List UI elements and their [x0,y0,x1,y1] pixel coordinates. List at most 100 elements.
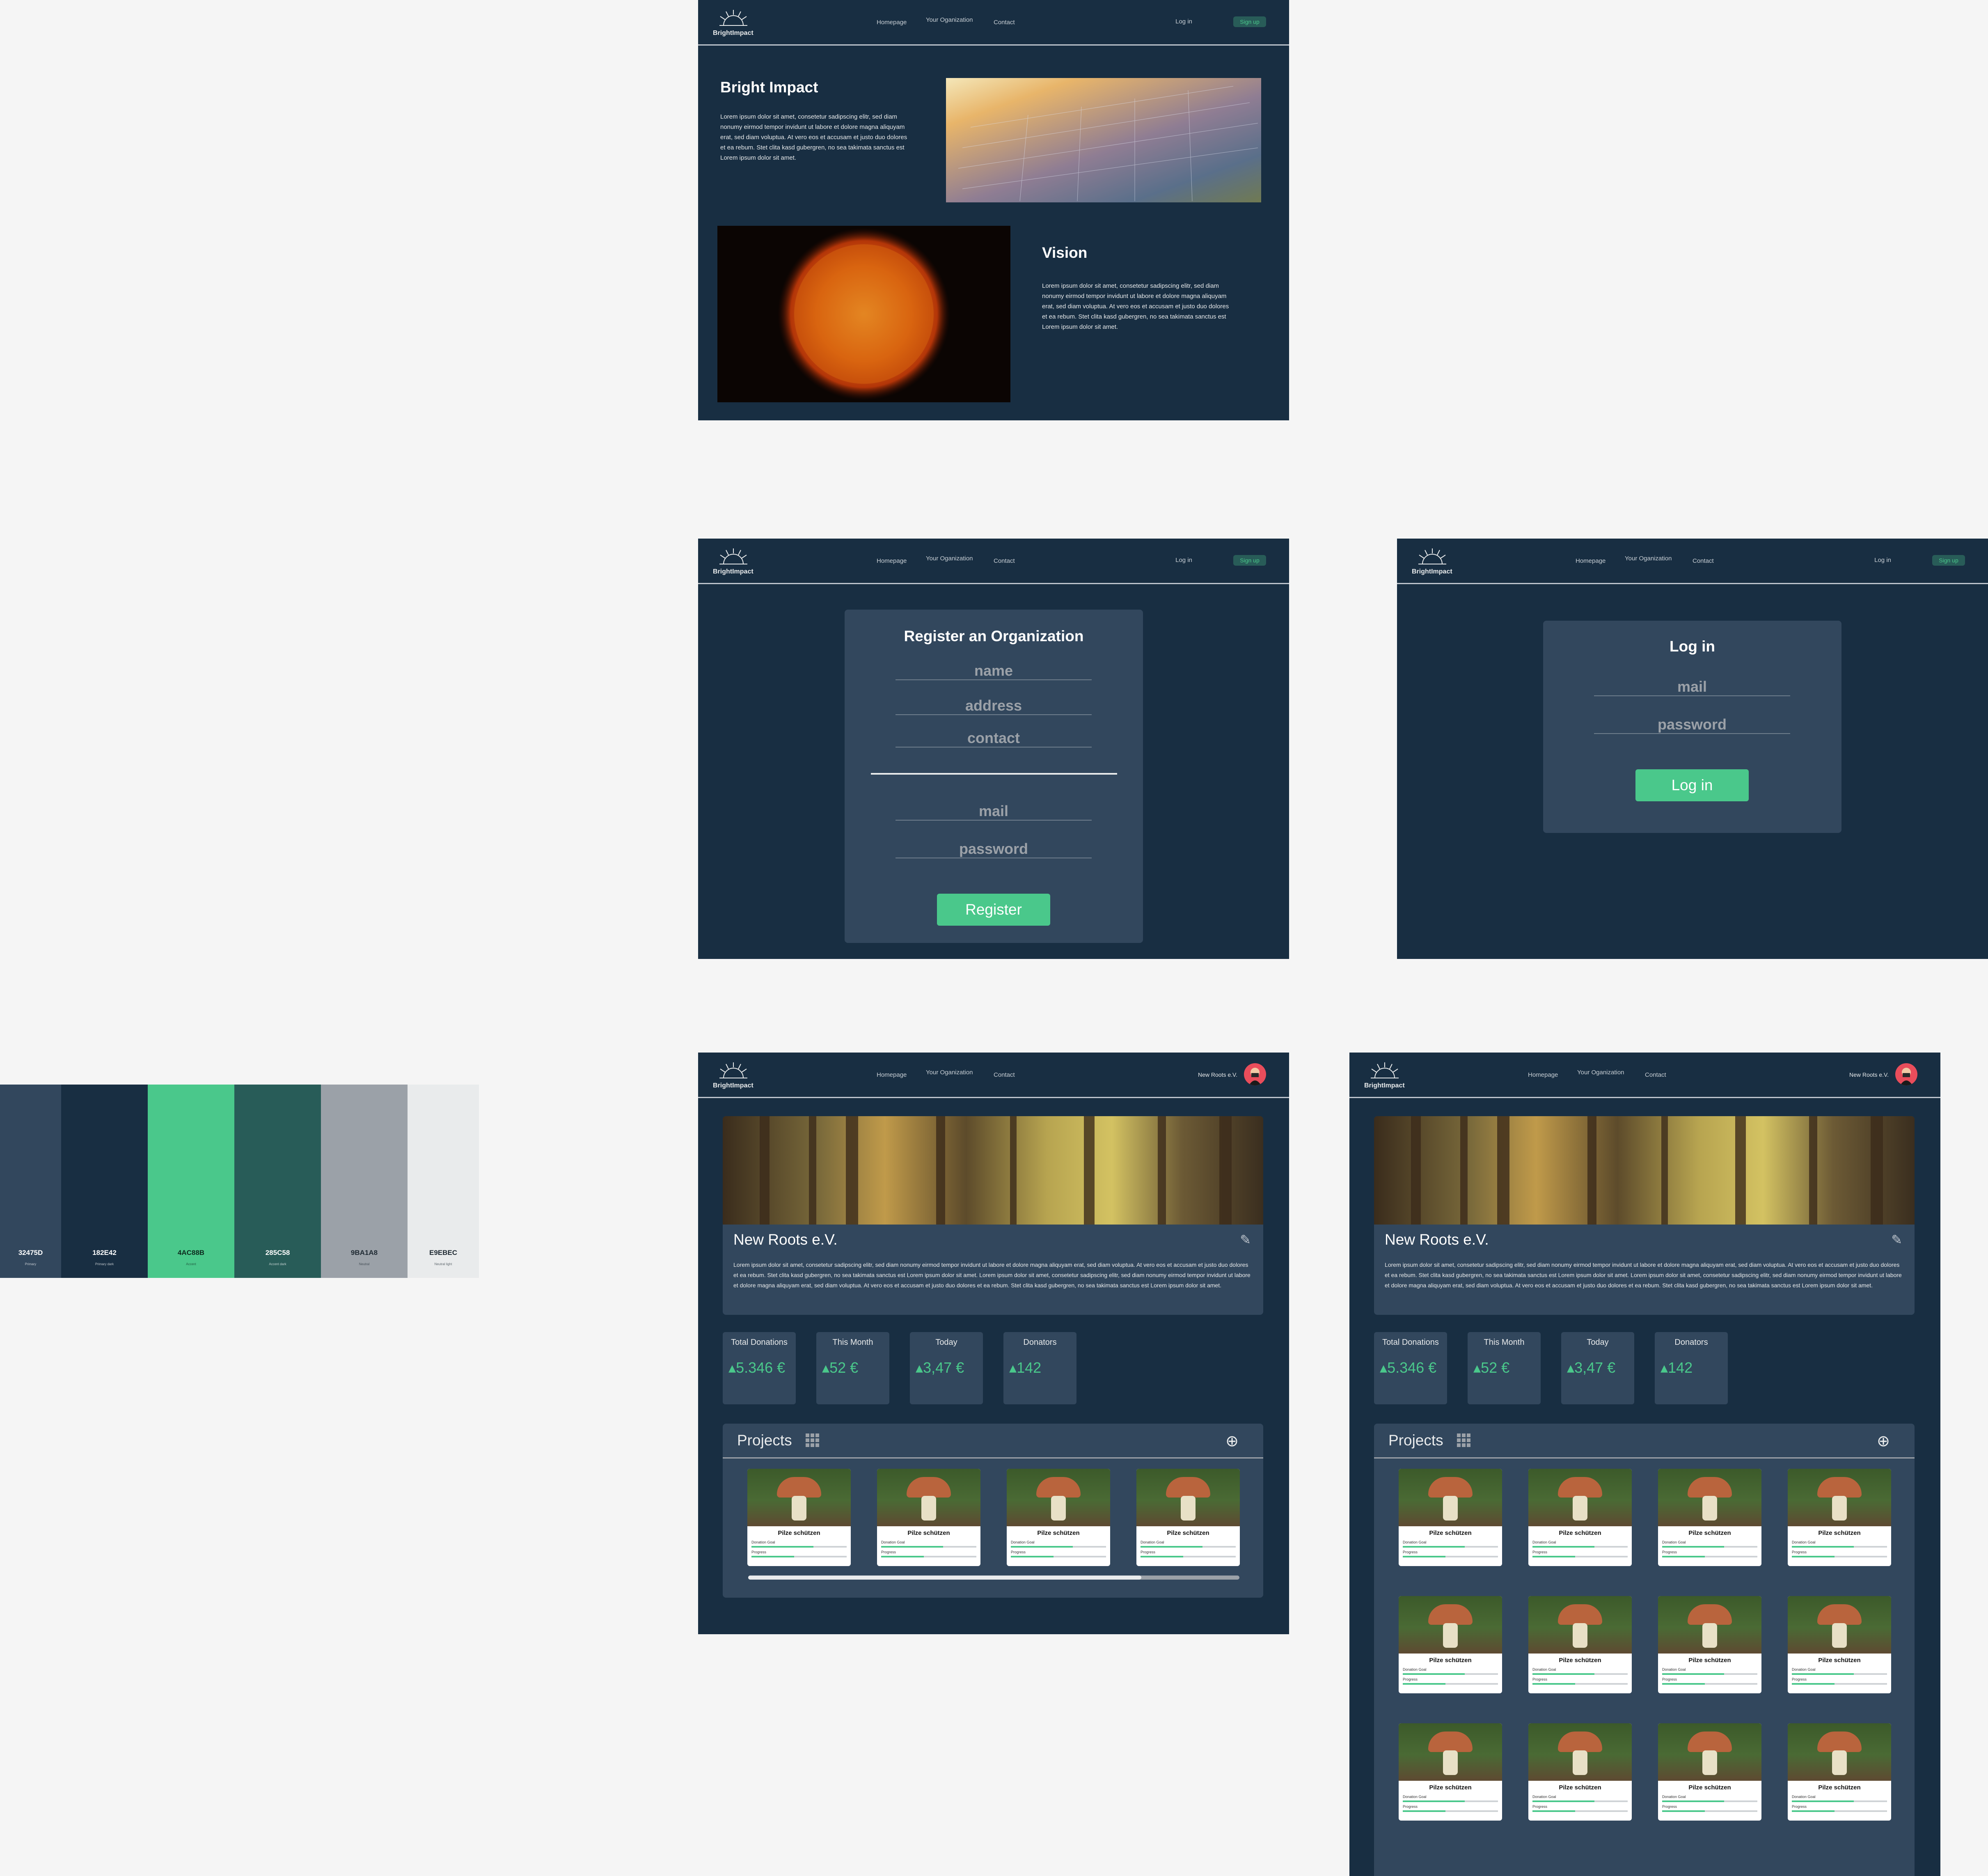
brand-name: BrightImpact [1412,568,1452,575]
name-field[interactable]: name [896,662,1092,680]
donation-goal-bar [1403,1800,1498,1802]
login-link[interactable]: Log in [1175,557,1192,564]
project-card[interactable]: Pilze schützen Donation Goal Progress [1007,1469,1110,1566]
project-card[interactable]: Pilze schützen Donation Goal Progress [747,1469,851,1566]
progress-bar [1792,1683,1887,1685]
swatch-name: Accent [186,1262,196,1266]
project-card[interactable]: Pilze schützen Donation Goal Progress [877,1469,980,1566]
projects-header: Projects ⊕ [1374,1424,1915,1459]
donation-goal-label: Donation Goal [1532,1795,1556,1799]
user-name[interactable]: New Roots e.V. [1849,1071,1889,1078]
mushroom-image [1136,1469,1240,1526]
scroll-thumb[interactable] [748,1576,1141,1580]
login-card: Log in mail password Log in [1543,621,1841,833]
donation-goal-label: Donation Goal [1141,1540,1164,1544]
mushroom-image [1528,1469,1632,1526]
swatch: 182E42 Primary dark [61,1085,148,1278]
signup-button[interactable]: Sign up [1233,16,1266,27]
project-card[interactable]: Pilze schützen Donation Goal Progress [1788,1469,1891,1566]
nav-organization[interactable]: Your Oganization [1625,555,1672,562]
project-card[interactable]: Pilze schützen Donation Goal Progress [1528,1469,1632,1566]
grid-view-icon[interactable] [806,1433,820,1447]
contact-field[interactable]: contact [896,729,1092,748]
sun-image [717,226,1010,402]
intro-text: Lorem ipsum dolor sit amet, consetetur s… [720,113,907,161]
logo[interactable]: BrightImpact [713,9,754,38]
nav-organization[interactable]: Your Oganization [1577,1069,1624,1076]
edit-pencil-icon[interactable]: ✎ [1891,1232,1902,1248]
swatch-hex: 9BA1A8 [350,1249,378,1257]
nav-homepage[interactable]: Homepage [877,557,907,564]
login-button[interactable]: Log in [1635,769,1749,801]
project-title: Pilze schützen [1429,1530,1472,1537]
sun-logo-icon [719,1062,747,1078]
swatch-hex: E9EBEC [429,1249,458,1257]
project-card[interactable]: Pilze schützen Donation Goal Progress [1528,1596,1632,1693]
brand-name: BrightImpact [1364,1082,1405,1089]
mail-field[interactable]: mail [1594,678,1790,696]
user-name[interactable]: New Roots e.V. [1198,1071,1237,1078]
progress-label: Progress [1662,1677,1677,1681]
logo[interactable]: BrightImpact [1412,548,1453,576]
progress-label: Progress [1792,1677,1807,1681]
project-card[interactable]: Pilze schützen Donation Goal Progress [1399,1723,1502,1821]
projects-header: Projects ⊕ [723,1424,1263,1459]
nav-contact[interactable]: Contact [1645,1071,1666,1078]
progress-label: Progress [1792,1550,1807,1554]
progress-label: Progress [1403,1677,1418,1681]
address-field[interactable]: address [896,697,1092,715]
login-link[interactable]: Log in [1175,18,1192,25]
sun-logo-icon [1418,548,1446,564]
header: BrightImpact Homepage Your Oganization C… [698,539,1289,584]
password-field[interactable]: password [1594,716,1790,734]
project-card[interactable]: Pilze schützen Donation Goal Progress [1399,1469,1502,1566]
project-card[interactable]: Pilze schützen Donation Goal Progress [1399,1596,1502,1693]
logo[interactable]: BrightImpact [713,1062,754,1090]
register-frame: BrightImpact Homepage Your Oganization C… [698,539,1289,959]
register-button[interactable]: Register [937,894,1050,926]
avatar[interactable] [1244,1063,1266,1085]
project-card[interactable]: Pilze schützen Donation Goal Progress [1658,1469,1761,1566]
stat-today: Today ▴3,47 € [1561,1332,1634,1404]
grid-view-icon[interactable] [1457,1433,1471,1447]
donation-goal-bar [1662,1800,1757,1802]
nav-contact[interactable]: Contact [994,1071,1015,1078]
signup-button[interactable]: Sign up [1932,555,1965,566]
donation-goal-label: Donation Goal [1792,1795,1816,1799]
add-project-icon[interactable]: ⊕ [1877,1432,1890,1450]
nav-organization[interactable]: Your Oganization [926,1069,973,1076]
progress-label: Progress [751,1550,767,1554]
donation-goal-bar [1662,1673,1757,1675]
nav-organization[interactable]: Your Oganization [926,555,973,562]
projects-scrollbar[interactable] [748,1576,1239,1580]
signup-button[interactable]: Sign up [1233,555,1266,566]
mail-field[interactable]: mail [896,803,1092,821]
nav-contact[interactable]: Contact [994,19,1015,26]
nav-homepage[interactable]: Homepage [877,19,907,26]
swatch: 4AC88B Accent [148,1085,234,1278]
project-card[interactable]: Pilze schützen Donation Goal Progress [1788,1723,1891,1821]
avatar[interactable] [1895,1063,1917,1085]
project-title: Pilze schützen [1559,1530,1601,1537]
project-card[interactable]: Pilze schützen Donation Goal Progress [1658,1596,1761,1693]
password-field[interactable]: password [896,840,1092,858]
donation-goal-label: Donation Goal [1792,1667,1816,1672]
nav-contact[interactable]: Contact [1693,557,1714,564]
project-card[interactable]: Pilze schützen Donation Goal Progress [1136,1469,1240,1566]
project-card[interactable]: Pilze schützen Donation Goal Progress [1658,1723,1761,1821]
login-link[interactable]: Log in [1874,557,1891,564]
nav-organization[interactable]: Your Oganization [926,16,973,23]
nav-homepage[interactable]: Homepage [1576,557,1606,564]
nav-contact[interactable]: Contact [994,557,1015,564]
edit-pencil-icon[interactable]: ✎ [1240,1232,1251,1248]
nav-homepage[interactable]: Homepage [877,1071,907,1078]
mushroom-image [1399,1723,1502,1781]
nav-homepage[interactable]: Homepage [1528,1071,1558,1078]
project-title: Pilze schützen [1818,1657,1861,1664]
logo[interactable]: BrightImpact [713,548,754,576]
progress-label: Progress [1792,1805,1807,1809]
add-project-icon[interactable]: ⊕ [1225,1432,1239,1450]
logo[interactable]: BrightImpact [1364,1062,1405,1090]
project-card[interactable]: Pilze schützen Donation Goal Progress [1528,1723,1632,1821]
project-card[interactable]: Pilze schützen Donation Goal Progress [1788,1596,1891,1693]
